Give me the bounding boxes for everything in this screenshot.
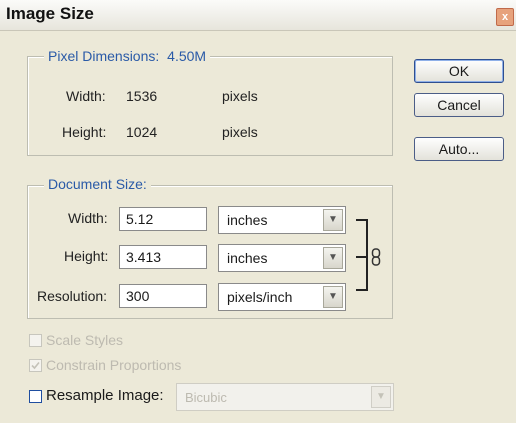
resample-image-label: Resample Image: <box>46 387 164 404</box>
pixel-dimensions-group <box>27 56 393 156</box>
pixel-dimensions-size: 4.50M <box>167 48 207 64</box>
pixel-dimensions-label: Pixel Dimensions: <box>48 48 160 64</box>
auto-button[interactable]: Auto... <box>414 137 504 161</box>
doc-width-unit-select[interactable]: inches ▼ <box>218 206 346 234</box>
pixel-dimensions-legend: Pixel Dimensions: 4.50M <box>44 48 211 64</box>
constrain-bracket <box>356 219 368 291</box>
chevron-down-icon[interactable]: ▼ <box>323 209 343 231</box>
pixel-height-label: Height: <box>62 124 107 140</box>
document-size-legend: Document Size: <box>44 176 151 192</box>
dialog-title: Image Size <box>6 4 94 23</box>
title-bar: Image Size x <box>0 0 516 31</box>
constrain-bracket-tick <box>356 256 368 258</box>
scale-styles-label: Scale Styles <box>46 332 124 348</box>
doc-height-unit-select[interactable]: inches ▼ <box>218 244 346 272</box>
resolution-input[interactable]: 300 <box>119 284 207 308</box>
ok-button[interactable]: OK <box>414 59 504 83</box>
resolution-label: Resolution: <box>37 288 108 304</box>
chevron-down-icon[interactable]: ▼ <box>323 286 343 308</box>
doc-width-label: Width: <box>68 210 108 226</box>
pixel-height-unit: pixels <box>222 124 258 140</box>
resolution-unit-value: pixels/inch <box>227 289 293 305</box>
resample-method-select[interactable]: Bicubic ▼ <box>176 383 394 411</box>
constrain-proportions-checkbox[interactable] <box>29 359 42 372</box>
chevron-down-icon[interactable]: ▼ <box>323 247 343 269</box>
resolution-unit-select[interactable]: pixels/inch ▼ <box>218 283 346 311</box>
resample-image-checkbox[interactable] <box>29 390 42 403</box>
resample-method-value: Bicubic <box>185 390 227 405</box>
scale-styles-checkbox[interactable] <box>29 334 42 347</box>
close-icon[interactable]: x <box>496 8 514 26</box>
doc-height-input[interactable]: 3.413 <box>119 245 207 269</box>
doc-width-input[interactable]: 5.12 <box>119 207 207 231</box>
doc-width-unit-value: inches <box>227 212 268 228</box>
pixel-height-value: 1024 <box>126 124 158 140</box>
pixel-width-unit: pixels <box>222 88 258 104</box>
cancel-button[interactable]: Cancel <box>414 93 504 117</box>
chevron-down-icon[interactable]: ▼ <box>371 386 391 408</box>
chain-link-icon <box>371 248 381 269</box>
pixel-width-label: Width: <box>66 88 106 104</box>
doc-height-label: Height: <box>64 248 109 264</box>
doc-height-unit-value: inches <box>227 250 268 266</box>
pixel-width-value: 1536 <box>126 88 158 104</box>
checkmark-icon <box>31 361 40 370</box>
constrain-proportions-label: Constrain Proportions <box>46 357 182 373</box>
